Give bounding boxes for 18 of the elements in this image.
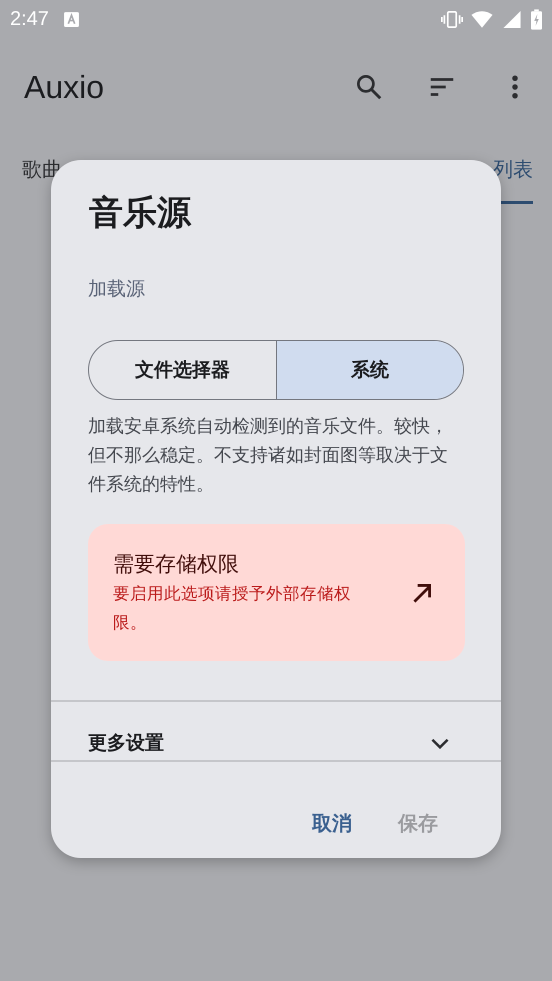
section-label: 加载源 xyxy=(87,277,146,302)
notice-message: 要启用此选项请授予外部存储权限。 xyxy=(113,583,352,634)
dialog-button[interactable]: 取消 xyxy=(312,806,352,841)
segment-button[interactable]: 文件选择器 xyxy=(89,341,276,399)
signal-icon xyxy=(501,10,523,28)
search-icon[interactable] xyxy=(354,72,384,102)
battery-icon xyxy=(531,8,542,30)
status-time: 2:47 xyxy=(10,8,49,30)
notification-icon xyxy=(62,10,80,28)
dialog-title: 音乐源 xyxy=(89,192,191,235)
app-title: Auxio xyxy=(24,68,104,106)
description-text: 加载安卓系统自动检测到的音乐文件。较快，但不那么稳定。不支持诸如封面图等取决于文件系统的特性。 xyxy=(87,415,449,497)
permission-card[interactable]: 需要存储权限 要启用此选项请授予外部存储权限。 xyxy=(88,524,465,661)
notice-title: 需要存储权限 xyxy=(113,551,240,578)
more-settings-label[interactable]: 更多设置 xyxy=(88,730,164,756)
wifi-icon xyxy=(471,10,493,28)
vibrate-icon xyxy=(441,10,463,28)
segment-button[interactable]: 系统 xyxy=(276,341,463,399)
